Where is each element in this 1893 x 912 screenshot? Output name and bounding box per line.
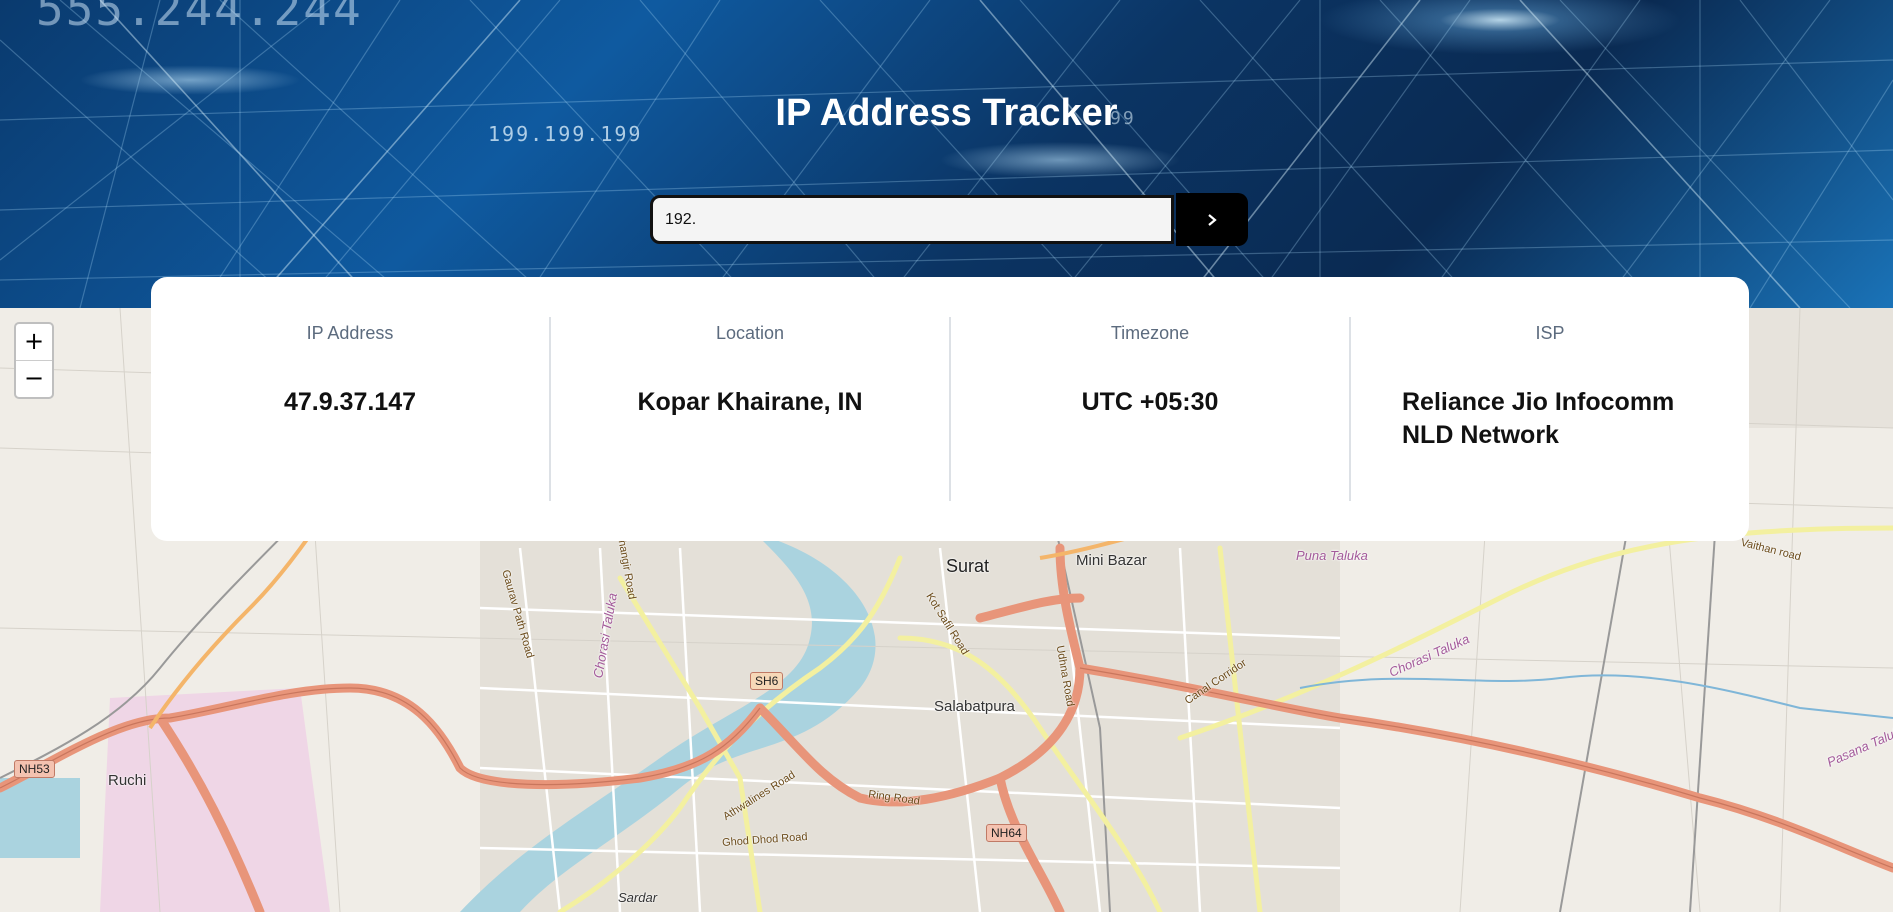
isp-panel: ISP Reliance Jio Infocomm NLD Network xyxy=(1349,317,1749,501)
isp-label: ISP xyxy=(1535,323,1565,343)
ip-info-card: IP Address 47.9.37.147 Location Kopar Kh… xyxy=(151,277,1749,541)
location-label: Location xyxy=(715,323,785,343)
ip-search-form xyxy=(650,193,1249,246)
highway-shield: NH64 xyxy=(986,824,1027,842)
zoom-out-button[interactable]: − xyxy=(16,361,52,397)
zoom-in-button[interactable]: + xyxy=(16,324,52,361)
place-label: Salabatpura xyxy=(934,698,1015,715)
place-label: Mini Bazar xyxy=(1076,552,1147,569)
background-digits: 555.244.244 xyxy=(36,0,363,36)
ip-address-value: 47.9.37.147 xyxy=(283,388,417,416)
map-zoom-control: + − xyxy=(14,322,54,399)
ip-address-panel: IP Address 47.9.37.147 xyxy=(151,317,549,501)
chevron-right-icon xyxy=(1208,213,1217,226)
timezone-panel: Timezone UTC +05:30 xyxy=(949,317,1349,501)
timezone-label: Timezone xyxy=(1110,323,1190,343)
highway-shield: SH6 xyxy=(750,672,784,690)
network-background-graphic xyxy=(0,0,1893,308)
page: 555.244.244 199.199.199 99 IP Address Tr… xyxy=(0,0,1893,912)
place-label: Ruchi xyxy=(108,772,147,789)
ip-address-label: IP Address xyxy=(306,323,394,343)
ip-search-input[interactable] xyxy=(650,195,1174,244)
place-label: Surat xyxy=(946,556,990,576)
highway-shield: NH53 xyxy=(14,760,55,778)
isp-value: Reliance Jio Infocomm NLD Network xyxy=(1402,388,1675,449)
hero-banner: 555.244.244 199.199.199 99 IP Address Tr… xyxy=(0,0,1893,308)
location-panel: Location Kopar Khairane, IN xyxy=(549,317,949,501)
search-submit-button[interactable] xyxy=(1176,193,1248,246)
place-label: Sardar xyxy=(618,890,658,905)
region-label: Puna Taluka xyxy=(1296,548,1368,563)
timezone-value: UTC +05:30 xyxy=(1081,388,1219,416)
page-title: IP Address Tracker xyxy=(775,92,1118,134)
location-value: Kopar Khairane, IN xyxy=(637,388,863,416)
